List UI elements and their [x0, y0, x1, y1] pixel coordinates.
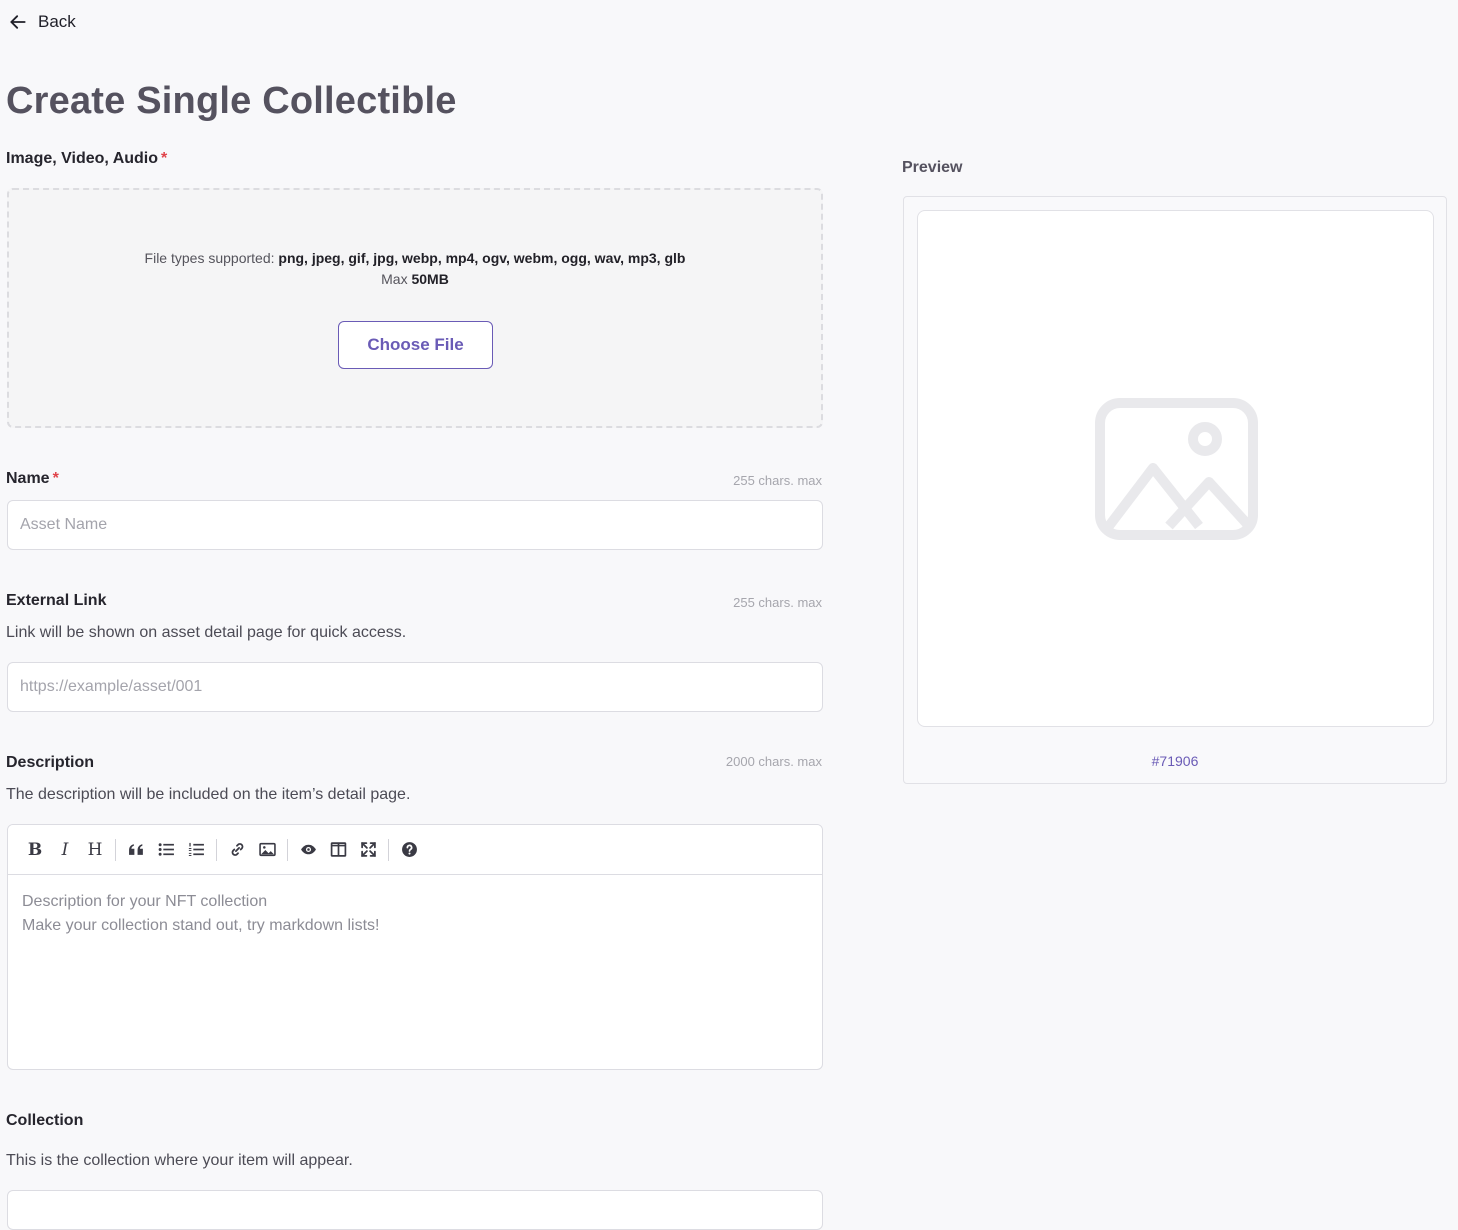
back-label: Back	[38, 12, 76, 31]
description-placeholder-line: Description for your NFT collection	[22, 893, 268, 910]
editor-toolbar: B I H	[8, 825, 822, 875]
heading-button[interactable]: H	[80, 835, 110, 865]
toolbar-divider	[216, 838, 217, 861]
image-icon	[258, 842, 276, 857]
collection-select[interactable]	[7, 1190, 823, 1230]
external-link-input[interactable]	[7, 662, 823, 712]
unordered-list-button[interactable]	[151, 835, 181, 865]
upload-label: Image, Video, Audio *	[6, 150, 168, 167]
preview-toggle-button[interactable]	[293, 835, 323, 865]
back-button[interactable]: Back	[8, 12, 76, 32]
preview-label: Preview	[902, 159, 963, 176]
side-by-side-button[interactable]	[323, 835, 353, 865]
required-mark: *	[52, 470, 59, 487]
description-placeholder-line: Make your collection stand out, try mark…	[22, 917, 380, 934]
question-circle-icon	[401, 842, 417, 857]
eye-icon	[300, 844, 316, 855]
image-button[interactable]	[252, 835, 282, 865]
external-link-label: External Link	[6, 592, 107, 609]
supported-file-types: File types supported: png, jpeg, gif, jp…	[144, 250, 686, 266]
external-link-help: Link will be shown on asset detail page …	[6, 624, 407, 641]
description-label: Description	[6, 754, 95, 771]
bold-button[interactable]: B	[20, 835, 50, 865]
ordered-list-button[interactable]	[181, 835, 211, 865]
description-char-limit: 2000 chars. max	[725, 754, 822, 769]
columns-icon	[330, 842, 346, 857]
max-file-size: Max 50MB	[381, 271, 449, 287]
quote-button[interactable]	[121, 835, 151, 865]
collection-label: Collection	[6, 1112, 84, 1129]
preview-media-frame	[917, 210, 1434, 727]
expand-icon	[360, 842, 376, 857]
bullet-list-icon	[158, 843, 174, 856]
collection-help: This is the collection where your item w…	[6, 1152, 353, 1169]
asset-name-input[interactable]	[7, 500, 823, 550]
toolbar-divider	[388, 838, 389, 861]
link-icon	[231, 843, 243, 856]
name-label: Name *	[6, 470, 59, 487]
preview-card: #71906	[903, 196, 1447, 784]
choose-file-button[interactable]: Choose File	[338, 321, 493, 369]
markdown-editor: B I H Description for your NFT collectio…	[7, 824, 823, 1070]
required-mark: *	[161, 150, 168, 167]
name-char-limit: 255 chars. max	[733, 473, 822, 488]
quote-icon	[128, 844, 143, 855]
arrow-left-icon	[10, 15, 26, 29]
markdown-guide-button[interactable]	[394, 835, 424, 865]
external-link-char-limit: 255 chars. max	[733, 595, 822, 610]
link-button[interactable]	[222, 835, 252, 865]
toolbar-divider	[115, 838, 116, 861]
numbered-list-icon	[188, 842, 204, 856]
italic-button[interactable]: I	[50, 835, 80, 865]
description-textarea[interactable]: Description for your NFT collection Make…	[8, 875, 822, 953]
toolbar-divider	[287, 838, 288, 861]
page-title: Create Single Collectible	[6, 80, 457, 122]
file-dropzone[interactable]: File types supported: png, jpeg, gif, jp…	[7, 188, 823, 428]
image-placeholder-icon	[1095, 398, 1258, 540]
fullscreen-button[interactable]	[353, 835, 383, 865]
token-id: #71906	[1151, 753, 1199, 769]
description-help: The description will be included on the …	[6, 786, 411, 803]
